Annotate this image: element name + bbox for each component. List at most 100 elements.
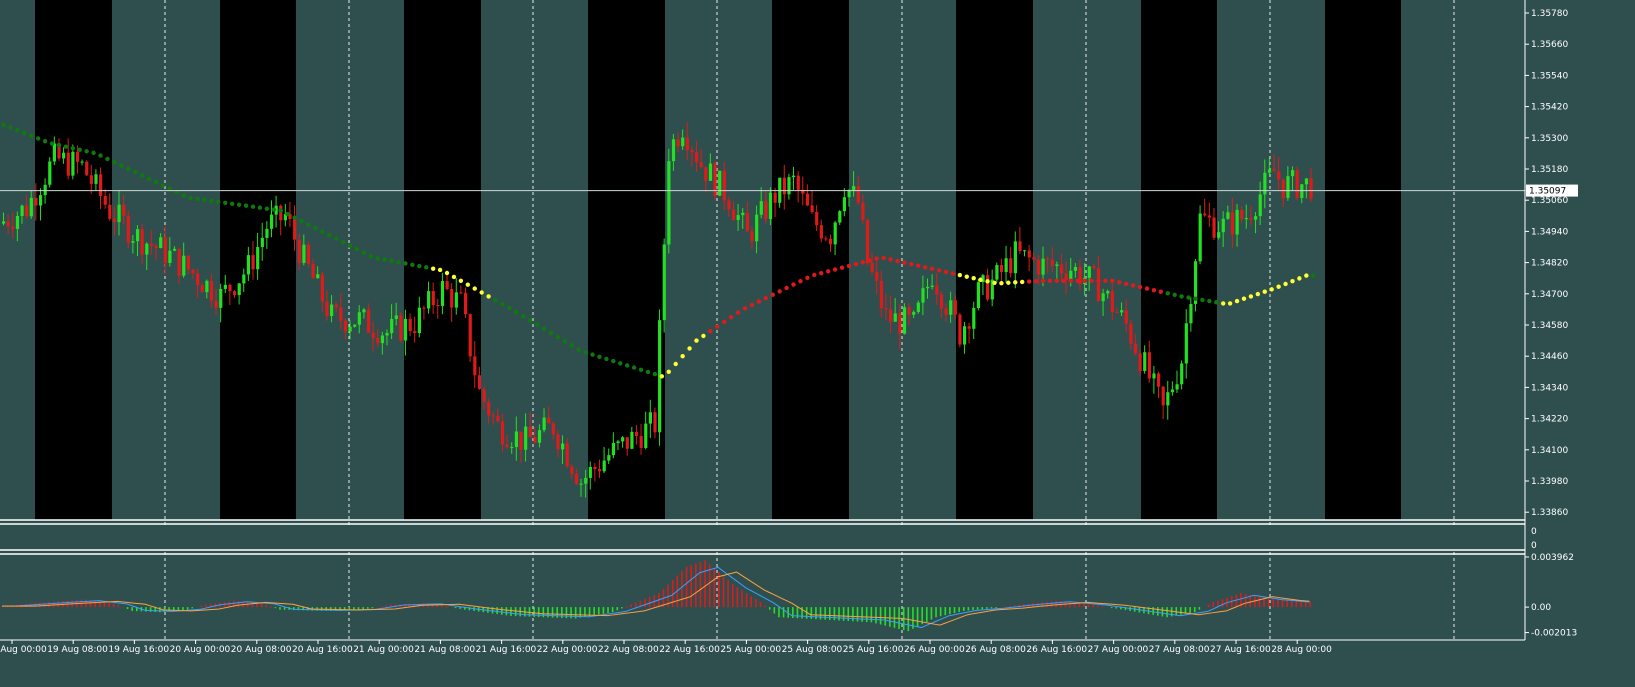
ma-dot bbox=[1, 122, 6, 128]
ma-dot bbox=[77, 147, 82, 152]
candle-body bbox=[593, 466, 597, 470]
ma-dot bbox=[1033, 278, 1039, 284]
candle-body bbox=[796, 175, 800, 190]
candle-body bbox=[1087, 266, 1091, 278]
macd-bar bbox=[819, 607, 822, 620]
candle-body bbox=[676, 139, 680, 147]
ma-dot bbox=[922, 265, 928, 270]
candle-body bbox=[584, 477, 588, 484]
macd-bar bbox=[269, 606, 272, 608]
candle-body bbox=[731, 209, 736, 221]
candle-body bbox=[1120, 310, 1124, 313]
y-tick-label: 1.33980 bbox=[1531, 477, 1568, 487]
candle-body bbox=[159, 237, 163, 248]
candle-body bbox=[122, 204, 126, 216]
indicator-1-tick-label: 0 bbox=[1531, 527, 1537, 537]
macd-bar bbox=[778, 607, 780, 618]
ma-dot bbox=[112, 160, 117, 165]
ma-dot bbox=[978, 277, 983, 282]
candle bbox=[399, 312, 403, 343]
ma-dot bbox=[1047, 278, 1053, 283]
candle-body bbox=[94, 174, 98, 184]
x-tick-label: 19 Aug 08:00 bbox=[47, 645, 108, 655]
ma-dot bbox=[1068, 278, 1073, 283]
macd-bar bbox=[1004, 606, 1007, 608]
candle-body bbox=[510, 447, 514, 449]
macd-bar bbox=[893, 607, 896, 628]
macd-bar bbox=[828, 607, 831, 621]
macd-bar bbox=[727, 580, 729, 608]
candle-body bbox=[1286, 176, 1290, 198]
candle-body bbox=[1147, 352, 1151, 379]
macd-bar bbox=[949, 607, 951, 615]
candle-body bbox=[935, 285, 939, 295]
candle-body bbox=[325, 301, 329, 317]
candle-body bbox=[343, 320, 348, 332]
macd-bar bbox=[815, 607, 817, 620]
ma-dot bbox=[715, 324, 720, 329]
candle-body bbox=[2, 221, 6, 224]
ma-dot bbox=[936, 268, 942, 273]
ma-dot bbox=[555, 334, 561, 340]
candle-body bbox=[1092, 266, 1096, 269]
macd-bar bbox=[237, 601, 240, 608]
session-band bbox=[1325, 0, 1401, 520]
ma-dot bbox=[8, 125, 13, 130]
candle-body bbox=[611, 443, 616, 456]
ma-dot bbox=[1241, 296, 1247, 301]
macd-bar bbox=[514, 607, 517, 617]
macd-bar bbox=[1189, 607, 1191, 614]
candle-body bbox=[75, 151, 80, 162]
ma-dot bbox=[763, 295, 768, 301]
ma-dot bbox=[132, 169, 138, 175]
candle-body bbox=[1170, 389, 1175, 393]
ma-dot bbox=[749, 302, 755, 308]
candle-body bbox=[1064, 273, 1068, 280]
candle-body bbox=[1069, 270, 1073, 280]
ma-dot bbox=[1311, 273, 1316, 278]
macd-bar bbox=[1046, 601, 1048, 608]
candle-body bbox=[464, 292, 468, 315]
macd-bar bbox=[741, 590, 743, 608]
candle-body bbox=[191, 269, 195, 274]
ma-dot bbox=[1193, 296, 1198, 301]
macd-bar bbox=[279, 607, 281, 610]
macd-bar bbox=[884, 607, 887, 626]
ma-dot bbox=[1255, 291, 1261, 297]
candle bbox=[468, 313, 472, 362]
candle-body bbox=[496, 415, 500, 422]
ma-dot bbox=[728, 315, 734, 320]
ma-dot bbox=[860, 260, 866, 265]
ma-dot bbox=[839, 265, 845, 270]
macd-bar bbox=[52, 601, 55, 608]
ma-dot bbox=[812, 272, 817, 278]
macd-bar bbox=[496, 607, 498, 615]
indicator-panel-1[interactable] bbox=[0, 525, 1525, 549]
candle-body bbox=[140, 229, 144, 255]
macd-bar bbox=[1277, 599, 1279, 608]
candle-body bbox=[11, 226, 15, 229]
ma-dot bbox=[98, 153, 103, 158]
candle-body bbox=[875, 271, 879, 281]
x-tick-label: 27 Aug 16:00 bbox=[1210, 645, 1271, 655]
ma-dot bbox=[909, 261, 914, 267]
macd-bar bbox=[265, 604, 267, 608]
ma-dot bbox=[735, 310, 741, 315]
macd-bar bbox=[510, 607, 512, 616]
ma-dot bbox=[417, 263, 422, 269]
ma-dot bbox=[285, 211, 290, 217]
ma-dot bbox=[722, 319, 727, 325]
macd-bar bbox=[699, 561, 702, 608]
ma-dot bbox=[216, 199, 221, 205]
candle-body bbox=[436, 304, 440, 306]
candle-body bbox=[902, 307, 907, 334]
candle-body bbox=[214, 300, 218, 308]
macd-bar bbox=[847, 607, 850, 622]
candle-body bbox=[357, 312, 361, 325]
macd-bar bbox=[366, 607, 369, 609]
candle-body bbox=[445, 281, 449, 290]
ma-dot bbox=[49, 141, 55, 146]
ma-dot bbox=[527, 318, 533, 323]
macd-bar bbox=[1212, 602, 1215, 608]
candle-body bbox=[1013, 241, 1017, 274]
